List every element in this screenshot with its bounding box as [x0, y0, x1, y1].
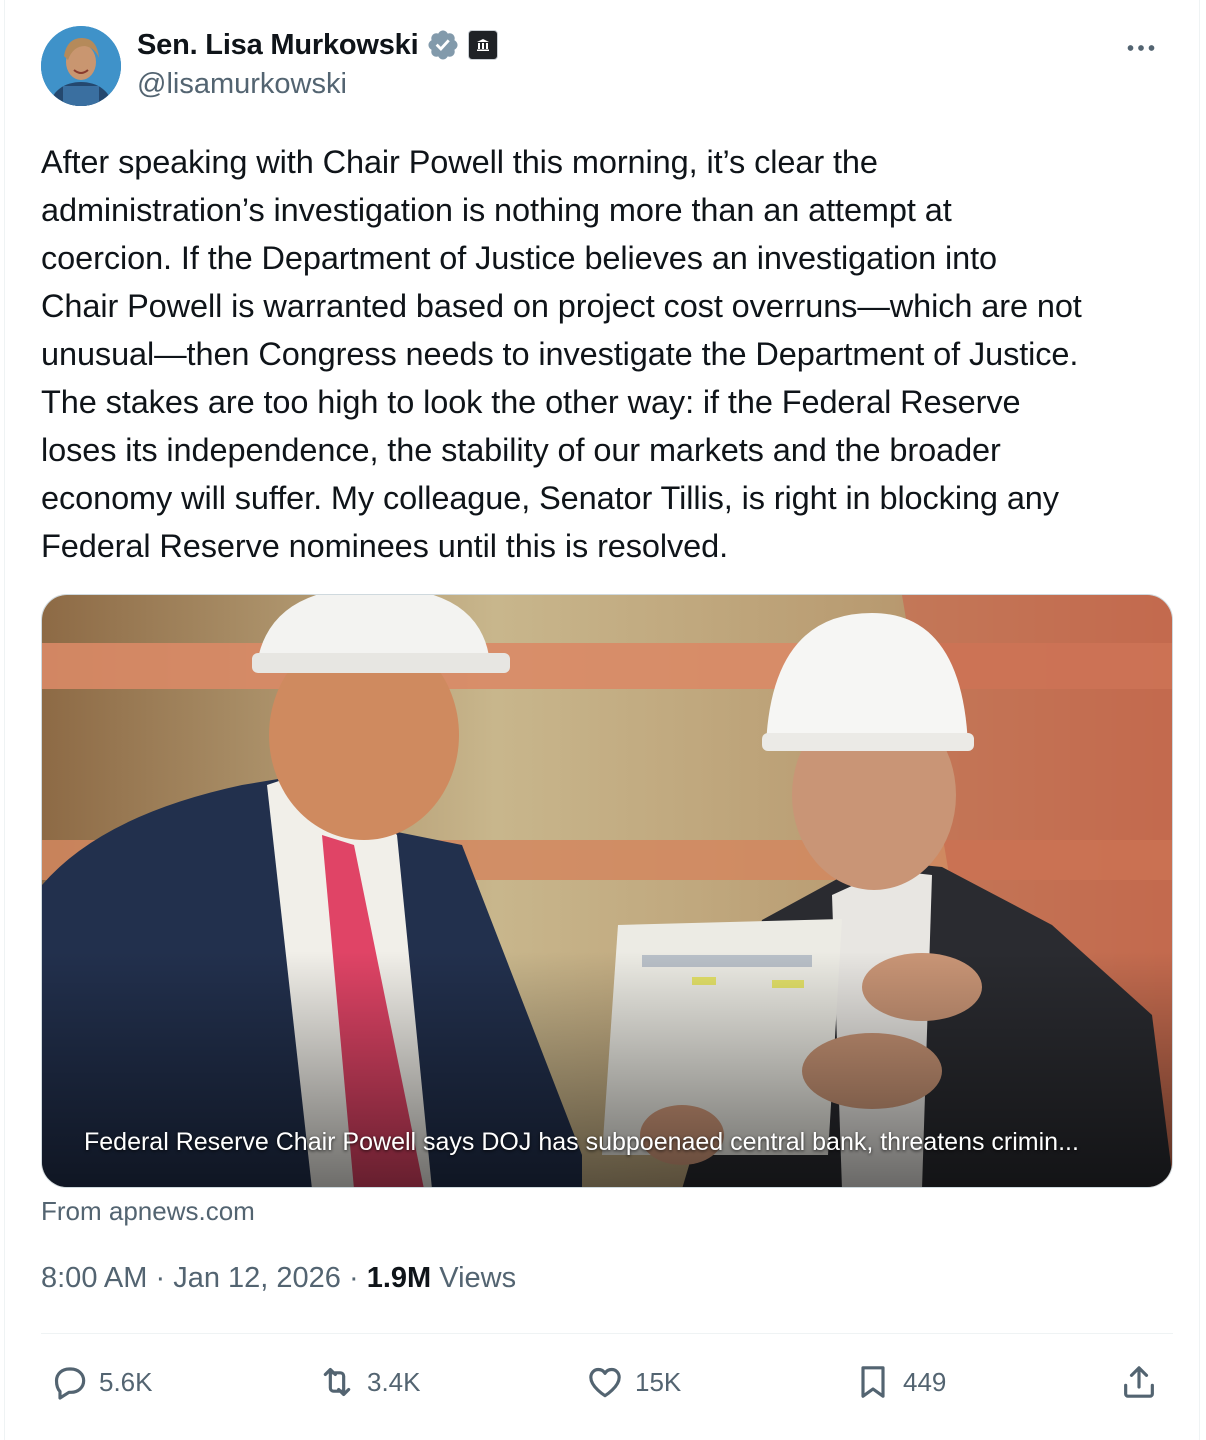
like-count: 15K	[635, 1366, 682, 1397]
link-card-headline: Federal Reserve Chair Powell says DOJ ha…	[84, 1128, 1079, 1156]
link-card-source[interactable]: From apnews.com	[41, 1196, 255, 1227]
tweet-time[interactable]: 8:00 AM	[41, 1262, 147, 1294]
repost-count: 3.4K	[367, 1366, 421, 1397]
reply-icon	[54, 1367, 86, 1400]
repost-button[interactable]: 3.4K	[317, 1362, 421, 1402]
verified-badge-icon[interactable]	[426, 28, 460, 62]
tweet-date[interactable]: Jan 12, 2026	[173, 1262, 341, 1294]
author-handle[interactable]: @lisamurkowski	[137, 68, 347, 101]
avatar[interactable]	[41, 26, 121, 106]
link-card[interactable]: Federal Reserve Chair Powell says DOJ ha…	[41, 594, 1173, 1188]
author-name-row: Sen. Lisa Murkowski	[137, 28, 499, 62]
views-label: Views	[439, 1262, 517, 1294]
views-count: 1.9M	[366, 1262, 432, 1294]
tweet-meta: 8:00 AM · Jan 12, 2026 · 1.9M Views	[41, 1262, 516, 1295]
reply-count: 5.6K	[99, 1366, 153, 1397]
tweet-text: After speaking with Chair Powell this mo…	[41, 144, 1082, 564]
more-icon[interactable]	[1123, 30, 1159, 72]
repost-icon	[323, 1367, 351, 1397]
bookmark-icon	[861, 1366, 885, 1398]
divider	[41, 1333, 1173, 1334]
bookmark-count: 449	[903, 1366, 947, 1397]
reply-button[interactable]: 5.6K	[49, 1362, 153, 1402]
meta-separator: ·	[155, 1262, 166, 1294]
bookmark-button[interactable]: 449	[853, 1362, 946, 1402]
avatar-photo	[41, 26, 121, 106]
like-button[interactable]: 15K	[585, 1362, 681, 1402]
government-label-icon[interactable]	[468, 30, 499, 60]
link-card-image	[42, 595, 1172, 1187]
like-icon	[589, 1367, 621, 1398]
author-display-name[interactable]: Sen. Lisa Murkowski	[137, 29, 419, 62]
share-button[interactable]	[1119, 1362, 1159, 1402]
share-icon	[1124, 1366, 1154, 1398]
meta-separator: ·	[348, 1262, 359, 1294]
tweet-card: Sen. Lisa Murkowski @lisamurkowski After…	[4, 0, 1200, 1440]
